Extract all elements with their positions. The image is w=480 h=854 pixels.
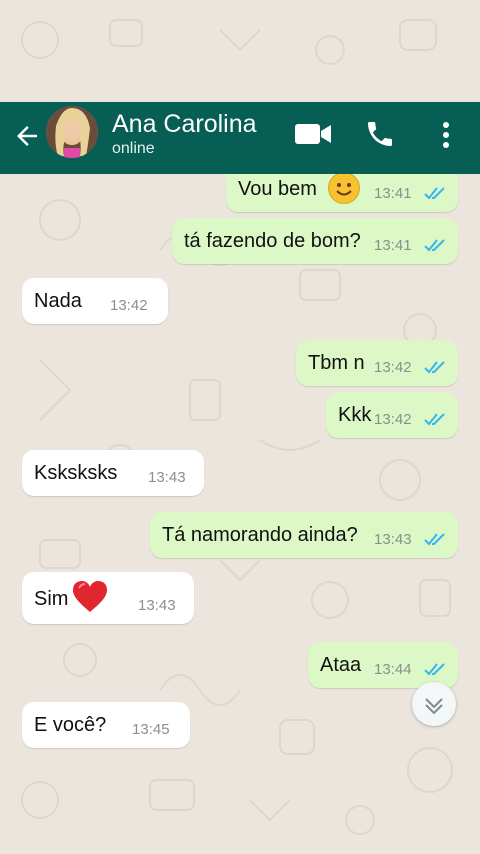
message-time: 13:43 xyxy=(374,531,412,548)
message-bubble-outgoing[interactable]: Tá namorando ainda? 13:43 xyxy=(150,512,458,558)
message-bubble-outgoing[interactable]: Tbm n 13:42 xyxy=(296,340,458,386)
message-time: 13:44 xyxy=(374,661,412,678)
phone-icon[interactable] xyxy=(364,118,396,150)
message-text: Vou bem xyxy=(238,178,317,200)
message-bubble-incoming[interactable]: Sim 13:43 xyxy=(22,572,194,624)
read-ticks-icon xyxy=(424,187,445,200)
message-text: tá fazendo de bom? xyxy=(184,230,361,252)
scroll-to-bottom-button[interactable] xyxy=(412,682,456,726)
message-bubble-outgoing[interactable]: Kkk 13:42 xyxy=(326,392,458,438)
more-vertical-icon[interactable] xyxy=(438,120,454,150)
message-time: 13:42 xyxy=(374,359,412,376)
message-bubble-outgoing[interactable]: Vou bem 13:41 xyxy=(226,174,458,212)
message-text: Nada xyxy=(34,290,82,312)
contact-status: online xyxy=(112,140,155,157)
message-text: Tbm n xyxy=(308,352,365,374)
message-bubble-outgoing[interactable]: tá fazendo de bom? 13:41 xyxy=(172,218,458,264)
message-bubble-incoming[interactable]: E você? 13:45 xyxy=(22,702,190,748)
arrow-left-icon[interactable] xyxy=(12,121,42,151)
message-bubble-incoming[interactable]: Ksksksks 13:43 xyxy=(22,450,204,496)
message-time: 13:41 xyxy=(374,237,412,254)
message-text: Kkk xyxy=(338,404,372,426)
message-time: 13:42 xyxy=(110,297,148,314)
video-camera-icon[interactable] xyxy=(294,120,332,148)
contact-name[interactable]: Ana Carolina xyxy=(112,110,257,139)
message-text: Ataa xyxy=(320,654,362,676)
read-ticks-icon xyxy=(424,361,445,374)
read-ticks-icon xyxy=(424,413,445,426)
message-time: 13:43 xyxy=(138,597,176,614)
message-text: E você? xyxy=(34,714,107,736)
red-heart-emoji-icon xyxy=(73,581,107,612)
message-list[interactable]: Vou bem 13:41 tá fazendo de bom? 13:41 N… xyxy=(0,174,480,854)
contact-avatar[interactable] xyxy=(46,106,98,158)
chevron-down-icon xyxy=(425,698,443,715)
message-time: 13:45 xyxy=(132,721,170,738)
message-time: 13:41 xyxy=(374,185,412,202)
message-time: 13:42 xyxy=(374,411,412,428)
smiling-face-emoji-icon xyxy=(328,174,360,204)
read-ticks-icon xyxy=(424,239,445,252)
message-text: Sim xyxy=(34,588,69,610)
read-ticks-icon xyxy=(424,663,445,676)
message-bubble-incoming[interactable]: Nada 13:42 xyxy=(22,278,168,324)
read-ticks-icon xyxy=(424,533,445,546)
message-text: Tá namorando ainda? xyxy=(162,524,358,546)
message-text: Ksksksks xyxy=(34,462,118,484)
message-time: 13:43 xyxy=(148,469,186,486)
